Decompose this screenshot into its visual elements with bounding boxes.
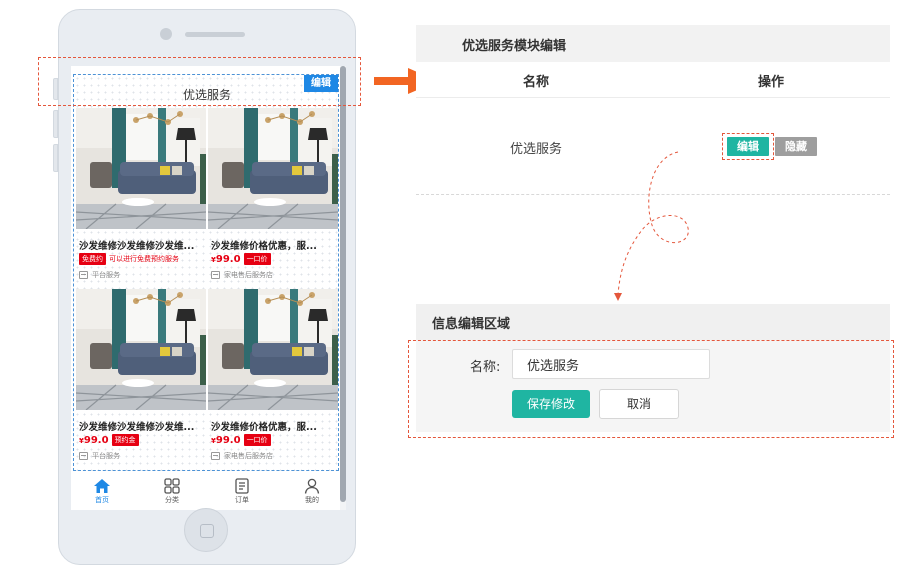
product-tag: 预约金 (111, 434, 139, 446)
product-card[interactable]: 沙发维修沙发维修沙发维... 免费约 可以进行免费预约服务 平台服务 (76, 108, 206, 288)
product-title: 沙发维修价格优惠，服... (211, 422, 317, 433)
product-tag-row: 免费约 可以进行免费预约服务 (79, 253, 179, 265)
tab-mine[interactable]: 我的 (287, 478, 337, 505)
document-icon (235, 478, 249, 494)
product-image (76, 289, 206, 410)
product-price-row: ¥99.0 一口价 (211, 434, 274, 446)
shop-icon (211, 271, 220, 279)
product-image (208, 289, 338, 410)
bottom-tab-bar: 首页 分类 订单 我的 (71, 476, 340, 510)
module-operations: 编辑 隐藏 (722, 133, 818, 161)
phone-speaker (185, 32, 245, 37)
product-price: ¥99.0 (211, 253, 241, 265)
home-icon (94, 479, 110, 493)
featured-services-module[interactable]: 优选服务 编辑 沙发维修沙发维修沙发维... 免费约 可以进行免费预约服务 平台… (73, 74, 339, 471)
module-name-cell: 优选服务 (509, 142, 562, 157)
product-card[interactable]: 沙发维修价格优惠，服... ¥99.0 一口价 家电售后服务店 (208, 289, 338, 469)
product-tag: 一口价 (243, 253, 271, 265)
product-price-row: ¥99.0 预约金 (79, 434, 142, 446)
product-shop: 平台服务 (79, 270, 120, 280)
shop-icon (79, 271, 88, 279)
product-price: ¥99.0 (79, 434, 109, 446)
tab-category[interactable]: 分类 (147, 478, 197, 505)
hide-button[interactable]: 隐藏 (775, 137, 817, 156)
product-shop-name: 平台服务 (92, 271, 120, 279)
phone-camera (160, 28, 172, 40)
shop-icon (211, 452, 220, 460)
living-room-photo-icon (76, 289, 206, 410)
panel-title: 信息编辑区域 (432, 317, 511, 332)
column-header-name: 名称 (522, 75, 549, 90)
shop-icon (79, 452, 88, 460)
product-shop: 家电售后服务店 (211, 270, 273, 280)
tab-label: 首页 (95, 496, 109, 504)
product-shop-name: 家电售后服务店 (224, 271, 273, 279)
product-tag-text: 可以进行免费预约服务 (109, 255, 179, 263)
product-image (76, 108, 206, 229)
module-header-highlight (38, 57, 361, 106)
product-title: 沙发维修沙发维修沙发维... (79, 241, 195, 252)
name-input[interactable] (512, 349, 710, 379)
curved-arrow-icon (614, 151, 689, 301)
product-title: 沙发维修价格优惠，服... (211, 241, 317, 252)
phone-screen: 优选服务 编辑 沙发维修沙发维修沙发维... 免费约 可以进行免费预约服务 平台… (71, 66, 346, 510)
grid-icon (164, 478, 180, 494)
tab-label: 订单 (235, 496, 249, 504)
tab-label: 我的 (305, 496, 319, 504)
product-price-row: ¥99.0 一口价 (211, 253, 274, 265)
tab-label: 分类 (165, 496, 179, 504)
product-shop: 平台服务 (79, 451, 120, 461)
product-price: ¥99.0 (211, 434, 241, 446)
panel-header: 优选服务模块编辑 (416, 25, 890, 62)
scrollbar-track[interactable] (340, 66, 346, 510)
product-shop: 家电售后服务店 (211, 451, 273, 461)
product-tag: 一口价 (243, 434, 271, 446)
table-header: 名称 操作 (416, 62, 890, 98)
product-card[interactable]: 沙发维修沙发维修沙发维... ¥99.0 预约金 平台服务 (76, 289, 206, 469)
living-room-photo-icon (76, 108, 206, 229)
phone-side-button (53, 110, 58, 138)
edit-button-highlight (722, 133, 774, 160)
tab-home[interactable]: 首页 (77, 478, 127, 505)
product-tag: 免费约 (79, 253, 106, 265)
living-room-photo-icon (208, 108, 338, 229)
save-button[interactable]: 保存修改 (512, 390, 590, 418)
product-shop-name: 家电售后服务店 (224, 452, 273, 460)
phone-home-button (184, 508, 228, 552)
living-room-photo-icon (208, 289, 338, 410)
cancel-button[interactable]: 取消 (599, 389, 679, 419)
user-icon (304, 478, 320, 494)
column-header-operation: 操作 (757, 75, 784, 90)
scrollbar-thumb[interactable] (340, 66, 346, 502)
product-image (208, 108, 338, 229)
product-card[interactable]: 沙发维修价格优惠，服... ¥99.0 一口价 家电售后服务店 (208, 108, 338, 288)
name-field-label: 名称: (470, 360, 501, 375)
product-title: 沙发维修沙发维修沙发维... (79, 422, 195, 433)
tab-orders[interactable]: 订单 (217, 478, 267, 505)
product-shop-name: 平台服务 (92, 452, 120, 460)
panel-header: 信息编辑区域 (416, 304, 890, 340)
phone-side-button (53, 144, 58, 172)
panel-title: 优选服务模块编辑 (462, 39, 567, 54)
